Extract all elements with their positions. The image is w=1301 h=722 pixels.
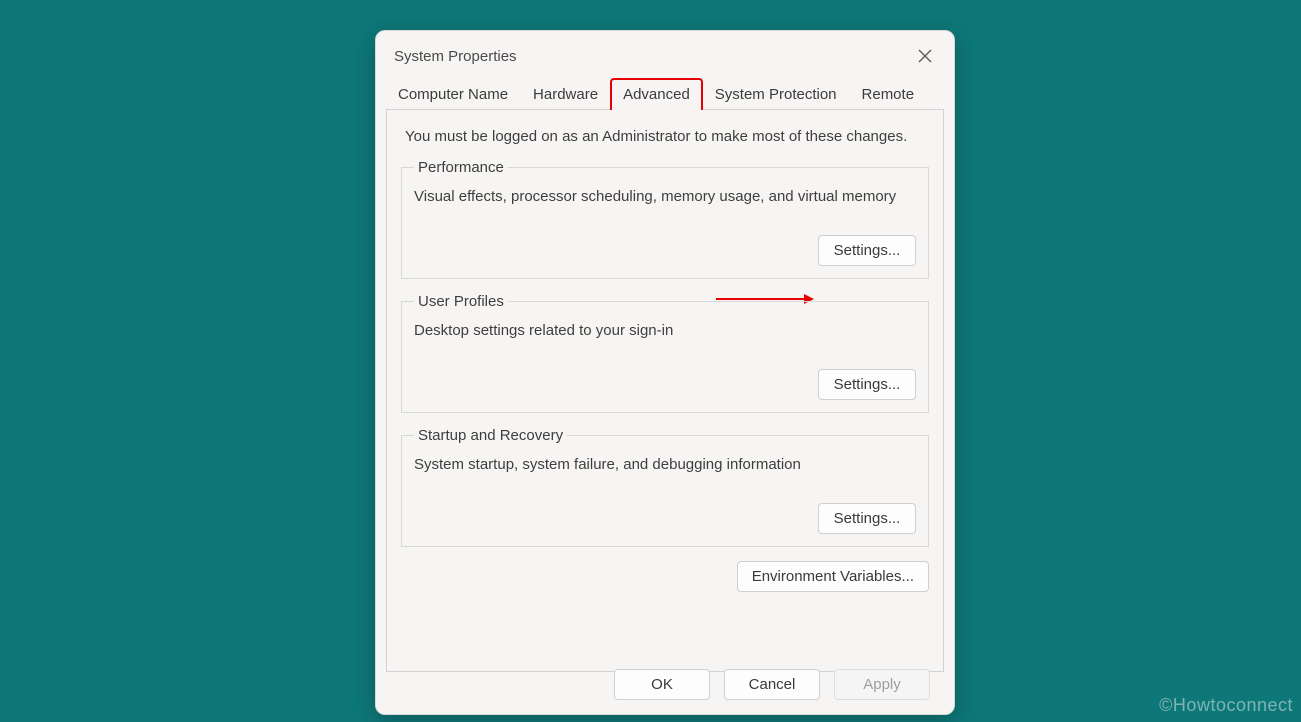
group-startup-legend: Startup and Recovery xyxy=(414,427,567,444)
tab-strip: Computer Name Hardware Advanced System P… xyxy=(376,77,954,109)
performance-settings-button[interactable]: Settings... xyxy=(818,235,916,266)
group-performance-desc: Visual effects, processor scheduling, me… xyxy=(414,188,916,205)
tab-system-protection[interactable]: System Protection xyxy=(703,79,849,109)
cancel-button[interactable]: Cancel xyxy=(724,669,820,700)
admin-note: You must be logged on as an Administrato… xyxy=(405,128,925,145)
group-performance: Performance Visual effects, processor sc… xyxy=(401,159,929,279)
group-startup-desc: System startup, system failure, and debu… xyxy=(414,456,916,473)
system-properties-dialog: System Properties Computer Name Hardware… xyxy=(375,30,955,715)
apply-button[interactable]: Apply xyxy=(834,669,930,700)
dialog-buttons: OK Cancel Apply xyxy=(614,669,930,700)
user-profiles-settings-button[interactable]: Settings... xyxy=(818,369,916,400)
tab-body-advanced: You must be logged on as an Administrato… xyxy=(386,109,944,672)
ok-button[interactable]: OK xyxy=(614,669,710,700)
tab-advanced[interactable]: Advanced xyxy=(611,79,702,109)
group-user-profiles-desc: Desktop settings related to your sign-in xyxy=(414,322,916,339)
group-user-profiles: User Profiles Desktop settings related t… xyxy=(401,293,929,413)
watermark: ©Howtoconnect xyxy=(1159,695,1293,716)
close-button[interactable] xyxy=(910,41,940,71)
group-startup-recovery: Startup and Recovery System startup, sys… xyxy=(401,427,929,547)
startup-settings-button[interactable]: Settings... xyxy=(818,503,916,534)
environment-variables-button[interactable]: Environment Variables... xyxy=(737,561,929,592)
titlebar: System Properties xyxy=(376,31,954,77)
tab-computer-name[interactable]: Computer Name xyxy=(386,79,520,109)
tab-hardware[interactable]: Hardware xyxy=(521,79,610,109)
group-performance-legend: Performance xyxy=(414,159,508,176)
group-user-profiles-legend: User Profiles xyxy=(414,293,508,310)
tab-remote[interactable]: Remote xyxy=(850,79,927,109)
close-icon xyxy=(918,49,932,63)
window-title: System Properties xyxy=(394,48,517,65)
